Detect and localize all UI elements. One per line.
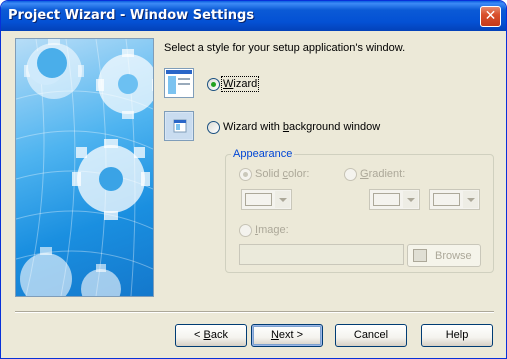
appearance-group-title: Appearance [231,148,295,160]
folder-icon [413,249,427,262]
chevron-down-icon[interactable] [463,191,478,208]
style-prompt: Select a style for your setup applicatio… [164,42,406,54]
wizard-banner-image [15,38,154,297]
wizard-preview-icon [164,68,194,98]
gradient-start-color-picker[interactable] [369,189,420,210]
back-button[interactable]: < Back [175,324,247,347]
chevron-down-icon[interactable] [403,191,418,208]
wizard-option-label[interactable]: Wizard [220,76,260,92]
browse-button[interactable]: Browse [407,244,481,267]
solid-color-label[interactable]: Solid color: [255,168,309,180]
title-bar[interactable]: Project Wizard - Window Settings ✕ [1,1,506,31]
wizard-background-option-label[interactable]: Wizard with background window [223,121,380,133]
help-button[interactable]: Help [421,324,493,347]
gradient-start-swatch [373,193,400,206]
solid-color-radio[interactable] [239,168,252,181]
footer-separator [15,311,494,313]
image-path-field[interactable] [239,244,404,265]
wizard-radio[interactable] [207,78,220,91]
cancel-button[interactable]: Cancel [335,324,407,347]
solid-color-picker[interactable] [241,189,292,210]
project-wizard-window: Project Wizard - Window Settings ✕ Selec… [0,0,507,359]
browse-label: Browse [435,250,472,262]
gradient-label[interactable]: Gradient: [360,168,405,180]
image-radio[interactable] [239,224,252,237]
gears-illustration [16,39,153,296]
image-label[interactable]: Image: [255,224,289,236]
chevron-down-icon[interactable] [275,191,290,208]
next-button[interactable]: Next > [251,324,323,347]
window-title: Project Wizard - Window Settings [8,8,255,23]
gradient-end-swatch [433,193,460,206]
solid-color-swatch [245,193,272,206]
gradient-radio[interactable] [344,168,357,181]
wizard-background-radio[interactable] [207,121,220,134]
wizard-background-preview-icon [164,111,194,141]
close-button[interactable]: ✕ [480,6,501,27]
gradient-end-color-picker[interactable] [429,189,480,210]
